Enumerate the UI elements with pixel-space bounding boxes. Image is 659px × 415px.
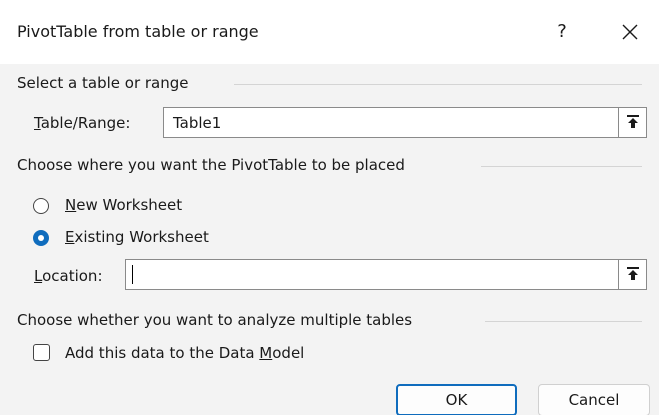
location-label: Location: bbox=[34, 267, 103, 285]
multiple-tables-section-label: Choose whether you want to analyze multi… bbox=[17, 311, 413, 329]
table-range-value: Table1 bbox=[173, 114, 222, 132]
close-button[interactable] bbox=[612, 14, 648, 50]
existing-worksheet-radio[interactable] bbox=[33, 230, 49, 246]
title-bar: PivotTable from table or range ? bbox=[0, 0, 659, 64]
new-worksheet-radio[interactable] bbox=[33, 198, 49, 214]
pivottable-dialog: PivotTable from table or range ? Select … bbox=[0, 0, 659, 415]
ok-button[interactable]: OK bbox=[396, 384, 517, 415]
section-divider bbox=[481, 166, 642, 167]
existing-worksheet-label[interactable]: Existing Worksheet bbox=[65, 228, 209, 246]
section-divider bbox=[485, 321, 642, 322]
table-range-input[interactable]: Table1 bbox=[163, 107, 647, 138]
location-input[interactable] bbox=[125, 259, 647, 290]
table-range-collapse-button[interactable] bbox=[618, 108, 646, 137]
text-caret bbox=[132, 265, 133, 284]
select-range-section-label: Select a table or range bbox=[17, 74, 189, 92]
data-model-checkbox[interactable] bbox=[33, 344, 50, 361]
collapse-dialog-icon bbox=[627, 267, 639, 280]
new-worksheet-label[interactable]: New Worksheet bbox=[65, 196, 182, 214]
table-range-label: Table/Range: bbox=[34, 114, 131, 132]
placement-section-label: Choose where you want the PivotTable to … bbox=[17, 156, 405, 174]
dialog-title: PivotTable from table or range bbox=[17, 22, 259, 41]
close-icon bbox=[622, 24, 638, 40]
location-collapse-button[interactable] bbox=[618, 260, 646, 289]
collapse-dialog-icon bbox=[627, 115, 639, 128]
help-button[interactable]: ? bbox=[544, 14, 580, 50]
cancel-button[interactable]: Cancel bbox=[538, 384, 650, 415]
section-divider bbox=[234, 84, 642, 85]
data-model-label[interactable]: Add this data to the Data Model bbox=[65, 344, 304, 362]
